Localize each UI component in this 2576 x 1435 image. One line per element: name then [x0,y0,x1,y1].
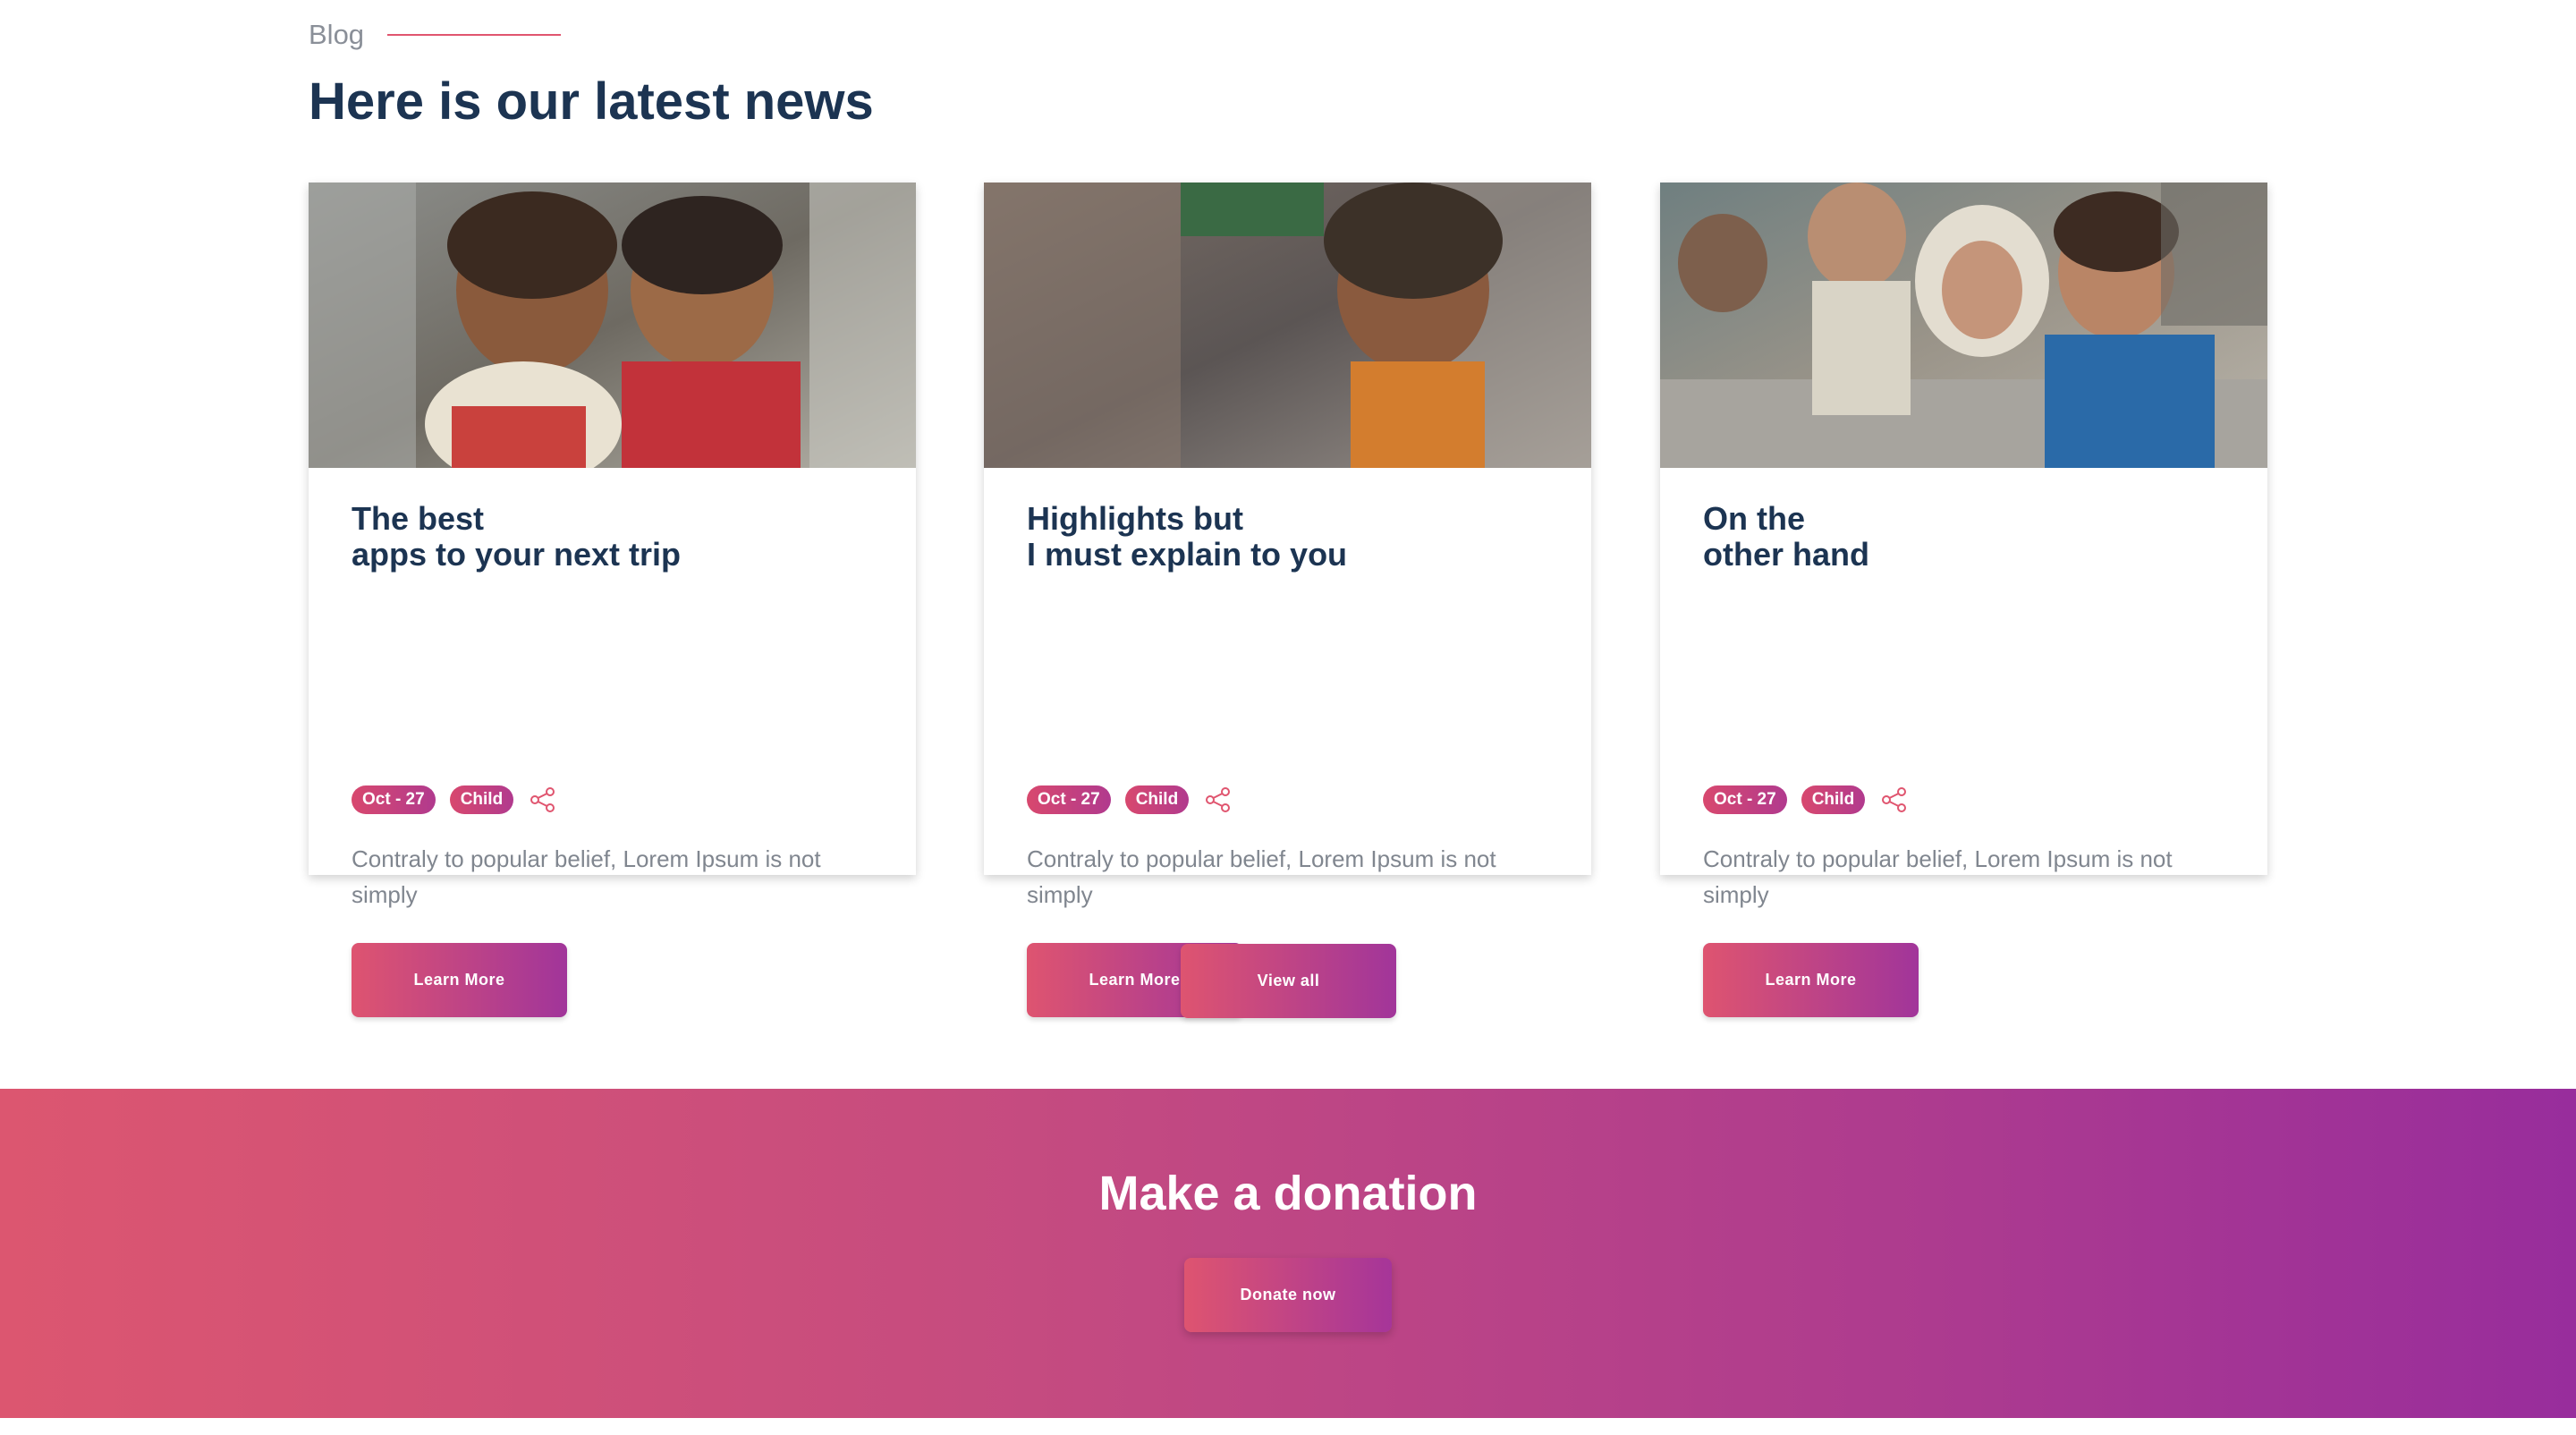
news-card-image[interactable] [1660,183,2267,468]
section-label-underline [387,34,562,36]
news-card-description: Contraly to popular belief, Lorem Ipsum … [352,845,821,908]
learn-more-button[interactable]: Learn More [1703,943,1919,1017]
news-card-meta: Oct - 27 Child [352,785,558,815]
news-card-title[interactable]: Highlights but I must explain to you [1027,501,1563,573]
news-card: Highlights but I must explain to you Oct… [984,183,1591,1017]
learn-more-button[interactable]: Learn More [352,943,567,1017]
donation-banner [0,1089,2576,1418]
news-card-description: Contraly to popular belief, Lorem Ipsum … [1703,845,2173,908]
share-icon[interactable] [528,785,558,815]
donation-title: Make a donation [1098,1167,1478,1220]
view-all-button[interactable]: View all [1181,944,1396,1018]
date-badge: Oct - 27 [352,785,436,814]
page-title: Here is our latest news [309,72,874,131]
news-card-meta: Oct - 27 Child [1027,785,1233,815]
category-badge[interactable]: Child [449,785,514,814]
news-card-description: Contraly to popular belief, Lorem Ipsum … [1027,845,1496,908]
share-icon[interactable] [1879,785,1910,815]
section-label-text: Blog [309,19,365,50]
news-card: On the other hand Oct - 27 Child Contral… [1660,183,2267,1017]
news-card-image[interactable] [984,183,1591,468]
donate-now-button[interactable]: Donate now [1184,1258,1392,1332]
news-card-image[interactable] [309,183,916,468]
category-badge[interactable]: Child [1124,785,1190,814]
news-card-title[interactable]: The best apps to your next trip [352,501,888,573]
news-card: The best apps to your next trip Oct - 27… [309,183,916,1017]
news-card-meta: Oct - 27 Child [1703,785,1910,815]
date-badge: Oct - 27 [1027,785,1111,814]
share-icon[interactable] [1203,785,1233,815]
section-label: Blog [309,16,562,54]
category-badge[interactable]: Child [1801,785,1866,814]
news-card-title[interactable]: On the other hand [1703,501,2240,573]
date-badge: Oct - 27 [1703,785,1787,814]
